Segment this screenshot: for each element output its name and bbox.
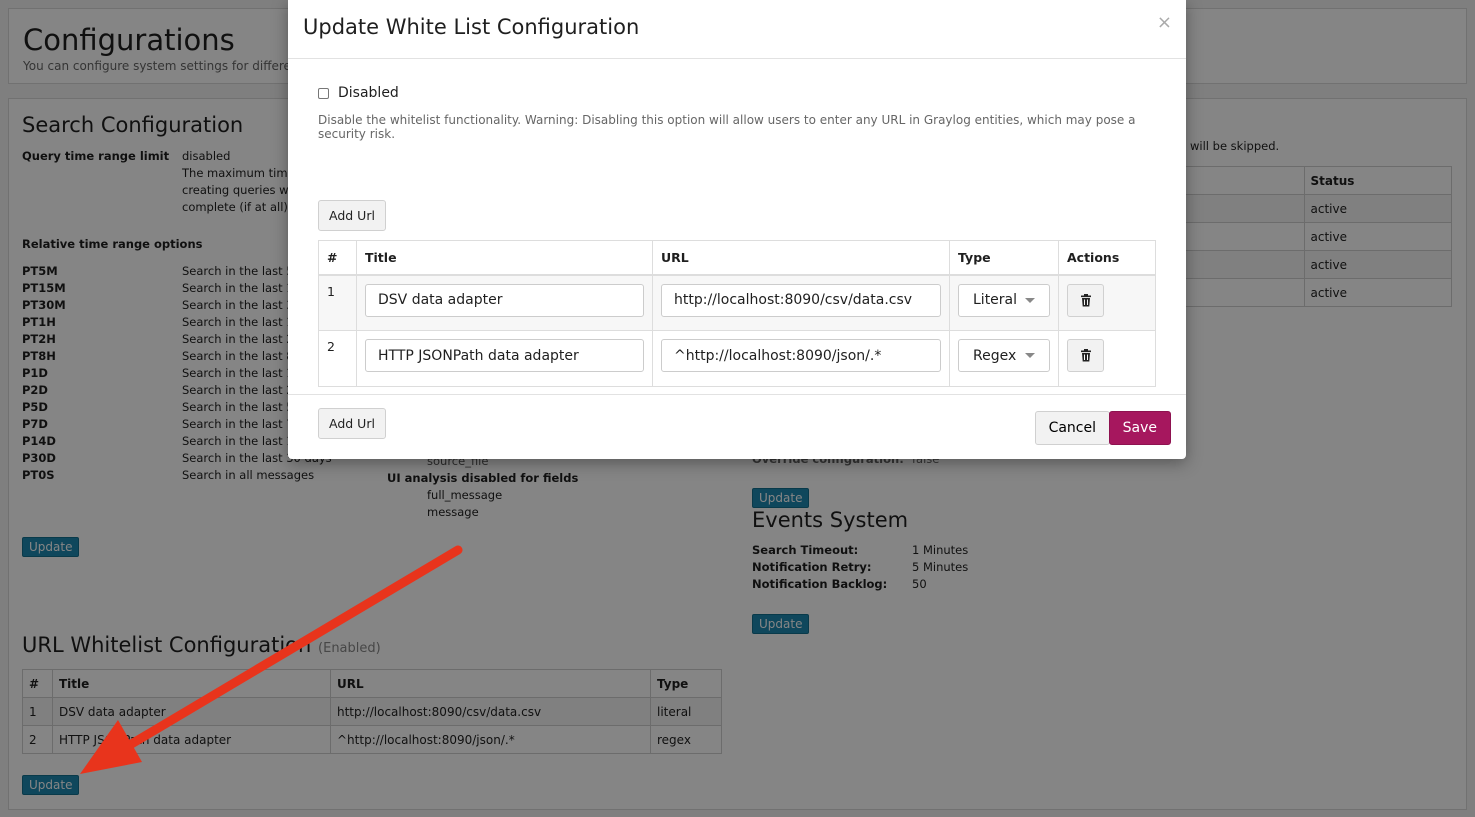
annotation-arrow — [80, 545, 463, 774]
